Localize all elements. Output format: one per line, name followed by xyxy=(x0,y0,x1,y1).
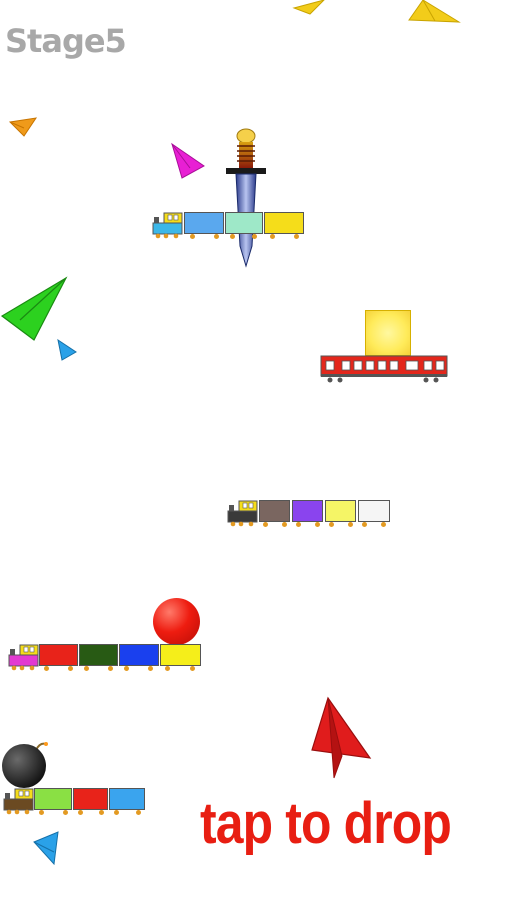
tap-area[interactable] xyxy=(0,0,507,900)
